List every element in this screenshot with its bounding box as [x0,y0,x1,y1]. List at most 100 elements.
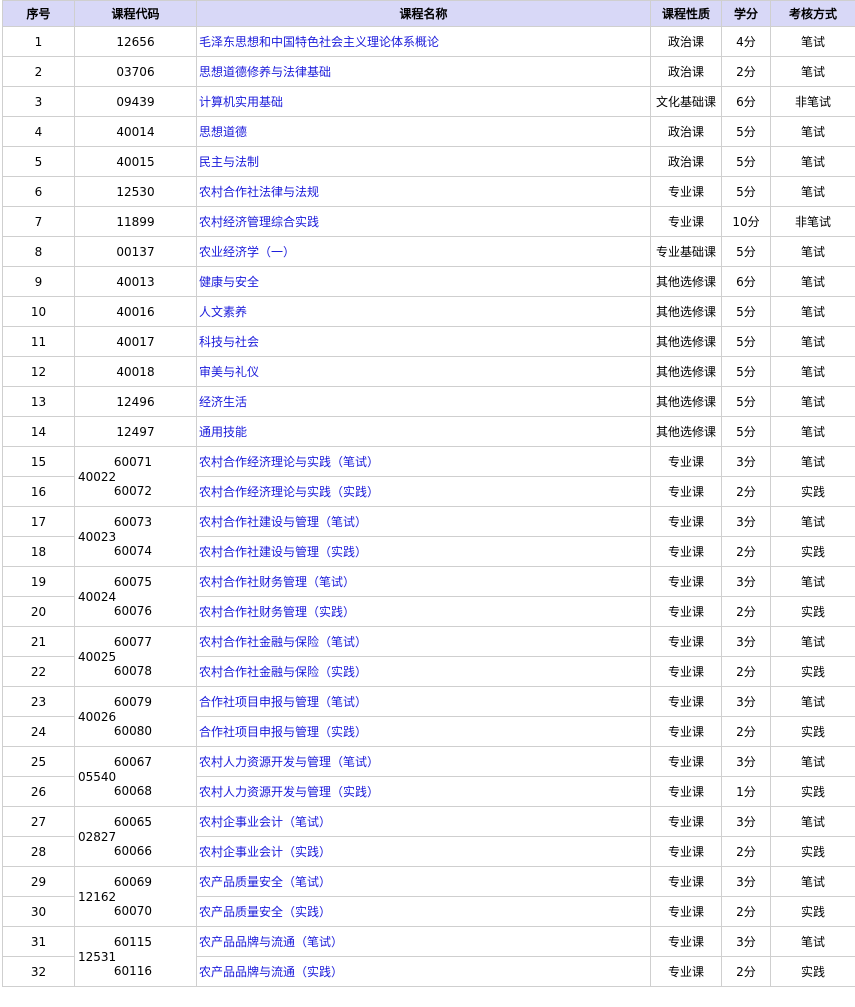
index-cell: 10 [2,296,75,327]
table-row: 6 12530 农村合作社法律与法规 专业课 5分 笔试 [2,176,855,207]
exam-method-cell: 笔试 [770,926,855,957]
table-row: 23 60079 40026 60080 合作社项目申报与管理（笔试） 专业课 3分 笔试 [2,686,855,747]
table-row: 11 40017 科技与社会 其他选修课 5分 笔试 [2,326,855,357]
course-type-cell: 专业课 [650,716,722,747]
course-name-cell: 农产品品牌与流通（笔试） [196,926,651,957]
course-name-link[interactable]: 农村合作社财务管理（实践） [199,605,355,619]
course-name-link[interactable]: 农村合作社法律与法规 [199,185,319,199]
exam-method-cell: 笔试 [770,146,855,177]
course-name-link[interactable]: 农村企事业会计（实践） [199,845,331,859]
course-name-link[interactable]: 农村经济管理综合实践 [199,215,319,229]
course-type-cell: 专业课 [650,896,722,927]
course-code-cell: 60079 40026 60080 [74,686,197,747]
exam-method-cell: 笔试 [770,866,855,897]
course-name-link[interactable]: 思想道德 [199,125,247,139]
course-name-cell: 合作社项目申报与管理（实践） [196,716,651,747]
course-code-cell: 12530 [74,176,197,207]
course-name-link[interactable]: 农产品质量安全（笔试） [199,875,331,889]
credit-cell: 2分 [721,716,771,747]
table-row: 14 12497 通用技能 其他选修课 5分 笔试 [2,416,855,447]
course-name-link[interactable]: 民主与法制 [199,155,259,169]
credit-cell: 5分 [721,116,771,147]
table-row: 31 60115 12531 60116 农产品品牌与流通（笔试） 专业课 3分 笔试 [2,926,855,987]
course-name-link[interactable]: 农村合作社金融与保险（笔试） [199,635,367,649]
index-cell: 18 [2,536,75,567]
course-code-cell: 40015 [74,146,197,177]
course-name-link[interactable]: 通用技能 [199,425,247,439]
index-cell: 2 [2,56,75,87]
course-name-link[interactable]: 经济生活 [199,395,247,409]
index-cell: 4 [2,116,75,147]
table-row: 15 60071 40022 60072 农村合作经济理论与实践（笔试） 专业课 3分 笔试 [2,446,855,507]
table-row: 10 40016 人文素养 其他选修课 5分 笔试 [2,296,855,327]
course-name-link[interactable]: 人文素养 [199,305,247,319]
course-name-link[interactable]: 科技与社会 [199,335,259,349]
table-row: 17 60073 40023 60074 农村合作社建设与管理（笔试） 专业课 3分 笔试 [2,506,855,567]
exam-method-cell: 笔试 [770,116,855,147]
credit-cell: 3分 [721,926,771,957]
course-type-cell: 专业课 [650,656,722,687]
course-name-link[interactable]: 农村合作经济理论与实践（笔试） [199,455,379,469]
index-cell: 7 [2,206,75,237]
course-code-cell: 11899 [74,206,197,237]
table-row: 29 60069 12162 60070 农产品质量安全（笔试） 专业课 3分 笔试 [2,866,855,927]
course-type-cell: 专业课 [650,566,722,597]
index-cell: 9 [2,266,75,297]
group-course-code: 40024 [78,589,117,604]
exam-method-cell: 笔试 [770,266,855,297]
course-name-link[interactable]: 农村合作社建设与管理（实践） [199,545,367,559]
exam-method-cell: 实践 [770,656,855,687]
course-name-link[interactable]: 思想道德修养与法律基础 [199,65,331,79]
credit-cell: 2分 [721,956,771,987]
course-name-link[interactable]: 农产品质量安全（实践） [199,905,331,919]
table-row: 2 03706 思想道德修养与法律基础 政治课 2分 笔试 [2,56,855,87]
course-name-link[interactable]: 合作社项目申报与管理（实践） [199,725,367,739]
course-name-link[interactable]: 农产品品牌与流通（实践） [199,965,343,979]
exam-method-cell: 笔试 [770,176,855,207]
course-name-cell: 农业经济学（一） [196,236,651,267]
course-name-link[interactable]: 合作社项目申报与管理（笔试） [199,695,367,709]
exam-method-cell: 实践 [770,716,855,747]
course-type-cell: 其他选修课 [650,266,722,297]
index-cell: 1 [2,26,75,57]
course-type-cell: 政治课 [650,26,722,57]
course-name-link[interactable]: 农村合作社财务管理（笔试） [199,575,355,589]
course-name-cell: 思想道德修养与法律基础 [196,56,651,87]
credit-cell: 2分 [721,476,771,507]
index-cell: 20 [2,596,75,627]
exam-method-cell: 笔试 [770,566,855,597]
credit-cell: 5分 [721,146,771,177]
course-name-link[interactable]: 农村人力资源开发与管理（实践） [199,785,379,799]
course-name-link[interactable]: 农村企事业会计（笔试） [199,815,331,829]
exam-method-cell: 笔试 [770,386,855,417]
course-type-cell: 其他选修课 [650,356,722,387]
course-name-link[interactable]: 计算机实用基础 [199,95,283,109]
index-cell: 11 [2,326,75,357]
course-type-cell: 专业课 [650,596,722,627]
course-type-cell: 专业课 [650,926,722,957]
index-cell: 6 [2,176,75,207]
course-name-link[interactable]: 农产品品牌与流通（笔试） [199,935,343,949]
index-cell: 28 [2,836,75,867]
group-course-code: 12531 [78,949,117,964]
table-row: 9 40013 健康与安全 其他选修课 6分 笔试 [2,266,855,297]
course-name-link[interactable]: 健康与安全 [199,275,259,289]
exam-method-cell: 笔试 [770,506,855,537]
course-name-cell: 农村企事业会计（笔试） [196,806,651,837]
course-type-cell: 专业基础课 [650,236,722,267]
index-cell: 3 [2,86,75,117]
course-code-cell: 00137 [74,236,197,267]
course-type-cell: 文化基础课 [650,86,722,117]
course-name-link[interactable]: 毛泽东思想和中国特色社会主义理论体系概论 [199,35,439,49]
course-type-cell: 专业课 [650,176,722,207]
course-name-link[interactable]: 农村人力资源开发与管理（笔试） [199,755,379,769]
course-name-link[interactable]: 农村合作社金融与保险（实践） [199,665,367,679]
course-name-link[interactable]: 农业经济学（一） [199,245,295,259]
course-name-cell: 农村合作经济理论与实践（实践） [196,476,651,507]
course-name-link[interactable]: 审美与礼仪 [199,365,259,379]
course-name-link[interactable]: 农村合作经济理论与实践（实践） [199,485,379,499]
course-name-cell: 经济生活 [196,386,651,417]
exam-method-cell: 实践 [770,776,855,807]
course-name-link[interactable]: 农村合作社建设与管理（笔试） [199,515,367,529]
course-name-cell: 农村人力资源开发与管理（笔试） [196,746,651,777]
